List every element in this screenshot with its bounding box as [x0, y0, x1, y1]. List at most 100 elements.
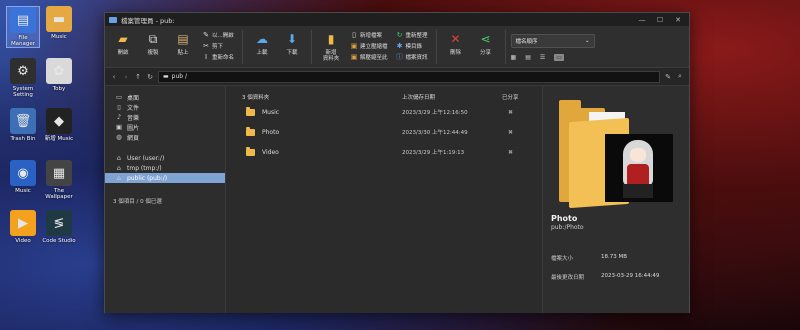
rename-button[interactable]: I 重新命名: [202, 52, 234, 61]
open-button[interactable]: ▰ 開啟: [109, 30, 137, 56]
sidebar-item-icon: ⌂: [116, 164, 122, 172]
sidebar-item-label: 文件: [127, 104, 140, 112]
extract-button[interactable]: ▣ 解壓縮至此: [350, 52, 388, 61]
table-row[interactable]: Video 2023/3/29 上午1:19:13 ✖: [226, 142, 542, 162]
share-button[interactable]: ⋖ 分享: [472, 30, 500, 56]
file-manager-app-icon: [109, 16, 117, 23]
shared-status-icon: ✖: [508, 108, 514, 116]
reload-icon[interactable]: ↻: [146, 73, 154, 81]
back-icon[interactable]: ‹: [110, 73, 118, 81]
paste-button[interactable]: ▤ 貼上: [169, 30, 197, 56]
table-row[interactable]: Photo 2023/3/30 上午12:44:49 ✖: [226, 122, 542, 142]
sidebar-item-label: User (user:/): [127, 154, 165, 162]
folder-preview-icon: [559, 100, 675, 209]
minimize-button[interactable]: —: [635, 16, 649, 24]
sidebar-item-label: 圖片: [127, 124, 140, 132]
download-icon: ⬇: [286, 32, 298, 46]
sidebar-item[interactable]: ⌂ tmp (tmp:/): [105, 163, 225, 173]
delete-button[interactable]: ✕ 刪除: [442, 30, 470, 56]
desktop-icon[interactable]: ▬ Music: [42, 6, 76, 40]
sidebar-item-label: 網頁: [127, 134, 140, 142]
desktop-icon-label: File Manager: [10, 35, 36, 48]
desktop-icon[interactable]: ⚙ System Setting: [6, 58, 40, 98]
title-bar[interactable]: 檔案管理員 - pub: — ☐ ✕: [105, 13, 689, 26]
sidebar-item-label: 桌面: [127, 94, 140, 102]
desktop-icon[interactable]: ◉ Music: [6, 160, 40, 194]
sidebar-item-icon: ▣: [115, 123, 123, 131]
upload-button[interactable]: ☁ 上載: [248, 30, 276, 56]
file-modified: 2023/3/29 上午1:19:13: [402, 150, 465, 156]
sidebar-item[interactable]: ▭ 桌面: [105, 92, 225, 102]
desktop-icon-label: Toby: [52, 86, 66, 92]
desktop-icon-label: Code Studio: [42, 238, 76, 244]
modified-label: 最後更改日期: [551, 275, 585, 281]
compress-button[interactable]: ▣ 建立壓縮檔: [350, 41, 388, 50]
column-modified[interactable]: 上次儲存日期: [402, 93, 502, 101]
refresh-button[interactable]: ↻ 重新整理: [396, 30, 428, 39]
desktop-icon[interactable]: ◆ 新增 Music: [42, 108, 76, 142]
details-view-icon[interactable]: ☰: [540, 54, 545, 61]
desktop-icon[interactable]: ✿ Toby: [42, 58, 76, 92]
sidebar-item[interactable]: ◍ 網頁: [105, 132, 225, 142]
desktop-icon-label: Trash Bin: [10, 136, 36, 142]
desktop-icon[interactable]: ≶ Code Studio: [42, 210, 76, 244]
window-title: 檔案管理員 - pub:: [121, 16, 175, 25]
close-button[interactable]: ✕: [671, 16, 685, 24]
copy-button[interactable]: ⧉ 複製: [139, 30, 167, 57]
desktop-icon[interactable]: ▦ The Wallpaper: [42, 160, 76, 200]
sidebar-item[interactable]: ▯ 文件: [105, 102, 225, 112]
column-shared[interactable]: 已分享: [502, 93, 542, 101]
desktop-icon[interactable]: ▶ Video: [6, 210, 40, 244]
file-modified: 2023/3/29 上午12:16:50: [402, 110, 468, 116]
view-group: 檔名順序 ⌄ ▦ ▤ ☰ ▭: [510, 30, 595, 61]
desktop-icon[interactable]: 🗑 Trash Bin: [6, 108, 40, 142]
sidebar-item[interactable]: ▣ 圖片: [105, 122, 225, 132]
app-icon: 🗑: [10, 108, 36, 134]
sidebar-item-icon: ▯: [117, 103, 121, 111]
extract-icon: ▣: [350, 52, 358, 61]
select-all-button[interactable]: ✱ 模目錄: [396, 41, 428, 50]
table-row[interactable]: Music 2023/3/29 上午12:16:50 ✖: [226, 102, 542, 122]
new-file-icon: ▯: [352, 30, 356, 39]
create-group: ▯ 新增檔案 ▣ 建立壓縮檔 ▣ 解壓縮至此: [347, 30, 391, 61]
sort-dropdown[interactable]: 檔名順序 ⌄: [510, 34, 595, 48]
info-group: ↻ 重新整理 ✱ 模目錄 ⓘ 檔案資訊: [393, 30, 431, 61]
preview-path: pub:/Photo: [551, 224, 584, 231]
maximize-button[interactable]: ☐: [653, 16, 667, 24]
new-folder-button[interactable]: ▮ 新增 資料夾: [317, 30, 345, 63]
new-file-button[interactable]: ▯ 新增檔案: [350, 30, 388, 39]
new-folder-icon: ▮: [327, 32, 335, 46]
file-manager-window: 檔案管理員 - pub: — ☐ ✕ ▰ 開啟 ⧉ 複製 ▤ 貼上 ✎ 以...開…: [104, 12, 690, 313]
grid-view-icon[interactable]: ▦: [511, 54, 517, 61]
folder-icon: [246, 106, 255, 116]
file-name-cell: Photo: [246, 126, 402, 136]
cut-button[interactable]: ✂ 剪下: [202, 41, 234, 50]
download-button[interactable]: ⬇ 下載: [278, 30, 306, 56]
chevron-down-icon: ⌄: [584, 38, 590, 44]
refresh-icon: ↻: [396, 30, 403, 39]
file-name: Video: [262, 148, 279, 156]
column-name[interactable]: 3 個資料夾: [242, 93, 402, 101]
sidebar-item-icon: ♪: [116, 113, 122, 121]
preview-pane: Photo pub:/Photo 檔案大小 18.73 MB 最後更改日期 20…: [542, 86, 689, 313]
file-name: Music: [262, 108, 280, 116]
search-icon[interactable]: ⌕: [676, 72, 684, 81]
sidebar-item[interactable]: ⌂ User (user:/): [105, 153, 225, 163]
edit-path-icon[interactable]: ✎: [664, 73, 672, 81]
divider: [504, 30, 506, 64]
open-with-button[interactable]: ✎ 以...開啟: [202, 30, 234, 39]
copy-icon: ⧉: [148, 31, 158, 46]
properties-button[interactable]: ⓘ 檔案資訊: [396, 52, 428, 61]
preview-pane-icon[interactable]: ▭: [554, 54, 564, 61]
drives-list: ⌂ User (user:/) ⌂ tmp (tmp:/) ⌂ public (pub:/…: [105, 153, 225, 183]
desktop-icon-label: The Wallpaper: [45, 188, 73, 201]
sidebar-item[interactable]: ♪ 音樂: [105, 112, 225, 122]
edit-icon: ✎: [203, 30, 209, 39]
up-icon[interactable]: ↑: [134, 73, 142, 81]
forward-icon[interactable]: ›: [122, 73, 130, 81]
sidebar-item[interactable]: ⌂ public (pub:/): [105, 173, 225, 183]
app-icon: ▦: [46, 160, 72, 186]
list-view-icon[interactable]: ▤: [525, 54, 531, 61]
path-input[interactable]: ▬ pub /: [158, 70, 660, 83]
desktop-icon[interactable]: ▤ File Manager: [6, 6, 40, 49]
